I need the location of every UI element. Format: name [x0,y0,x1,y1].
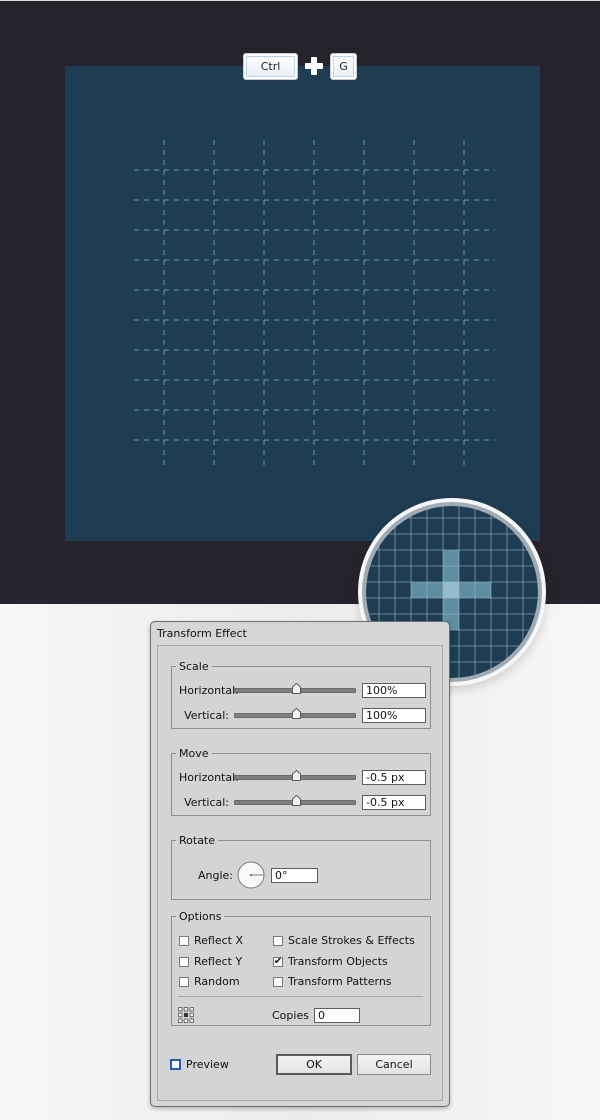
random-checkbox[interactable] [179,976,189,987]
copies-label: Copies [272,1009,309,1022]
angle-label: Angle: [198,868,234,882]
preview-checkbox[interactable] [170,1059,181,1070]
dialog-body: Scale Horizontal: 100% Vertical: 100% Mo… [157,645,443,1101]
reflect-x-option[interactable]: Reflect X [179,934,243,947]
plus-center-cell [443,582,459,598]
preview-label: Preview [186,1058,229,1071]
transform-patterns-checkbox[interactable] [273,976,283,987]
key-ctrl: Ctrl [243,53,298,80]
preview-option[interactable]: Preview [170,1058,229,1071]
artboard [65,66,540,541]
transform-patterns-option[interactable]: Transform Patterns [273,975,392,988]
move-vertical-label: Vertical: [184,796,229,809]
slider-thumb[interactable] [291,770,301,781]
transform-effect-dialog: Transform Effect Scale Horizontal: 100% … [150,621,450,1107]
move-legend: Move [179,747,209,760]
cancel-button[interactable]: Cancel [357,1054,431,1075]
scale-legend: Scale [179,660,209,673]
reflect-y-option[interactable]: Reflect Y [179,955,242,968]
transform-objects-label: Transform Objects [288,955,388,968]
options-legend: Options [179,910,222,923]
reflect-x-label: Reflect X [194,934,244,947]
guide-grid [134,140,495,470]
transform-objects-option[interactable]: ✔ Transform Objects [273,955,388,968]
slider-thumb[interactable] [291,708,301,719]
scale-horizontal-label: Horizontal: [179,684,239,697]
options-divider [178,996,423,997]
slider-thumb[interactable] [291,683,301,694]
scale-horizontal-input[interactable]: 100% [362,683,426,698]
move-horizontal-label: Horizontal: [179,771,239,784]
plus-icon [305,57,323,75]
slider-thumb[interactable] [291,795,301,806]
transform-patterns-label: Transform Patterns [288,975,392,988]
angle-input[interactable]: 0° [271,867,319,883]
scale-vertical-input[interactable]: 100% [362,708,426,723]
key-g-label: G [339,60,348,73]
rotate-legend: Rotate [179,834,216,847]
copies-input[interactable]: 0 [313,1008,360,1023]
dialog-title: Transform Effect [157,627,247,640]
move-horizontal-input[interactable]: -0.5 px [362,770,426,785]
scale-vertical-row: Vertical: 100% [179,708,426,723]
scale-vertical-slider[interactable] [234,708,356,719]
scale-horizontal-row: Horizontal: 100% [179,683,426,698]
reflect-y-checkbox[interactable] [179,956,189,967]
move-horizontal-slider[interactable] [234,770,356,781]
rotate-angle-row: Angle: 0° [198,861,319,889]
move-horizontal-row: Horizontal: -0.5 px [179,770,426,785]
reflect-x-checkbox[interactable] [179,935,189,946]
move-vertical-input[interactable]: -0.5 px [362,795,426,810]
key-ctrl-label: Ctrl [260,60,281,73]
reflect-y-label: Reflect Y [194,955,243,968]
angle-dial[interactable] [237,861,265,889]
key-g: G [330,53,357,80]
random-label: Random [194,975,240,988]
copies-row: Copies 0 [272,1008,360,1023]
scale-strokes-option[interactable]: Scale Strokes & Effects [273,934,415,947]
reference-point-icon[interactable] [178,1007,194,1023]
transform-objects-checkbox[interactable]: ✔ [273,956,283,967]
move-vertical-row: Vertical: -0.5 px [179,795,426,810]
scale-horizontal-slider[interactable] [234,683,356,694]
scale-vertical-label: Vertical: [184,709,229,722]
scale-strokes-checkbox[interactable] [273,935,283,946]
random-option[interactable]: Random [179,975,240,988]
move-vertical-slider[interactable] [234,795,356,806]
scale-strokes-label: Scale Strokes & Effects [288,934,415,947]
ok-button[interactable]: OK [276,1054,352,1075]
